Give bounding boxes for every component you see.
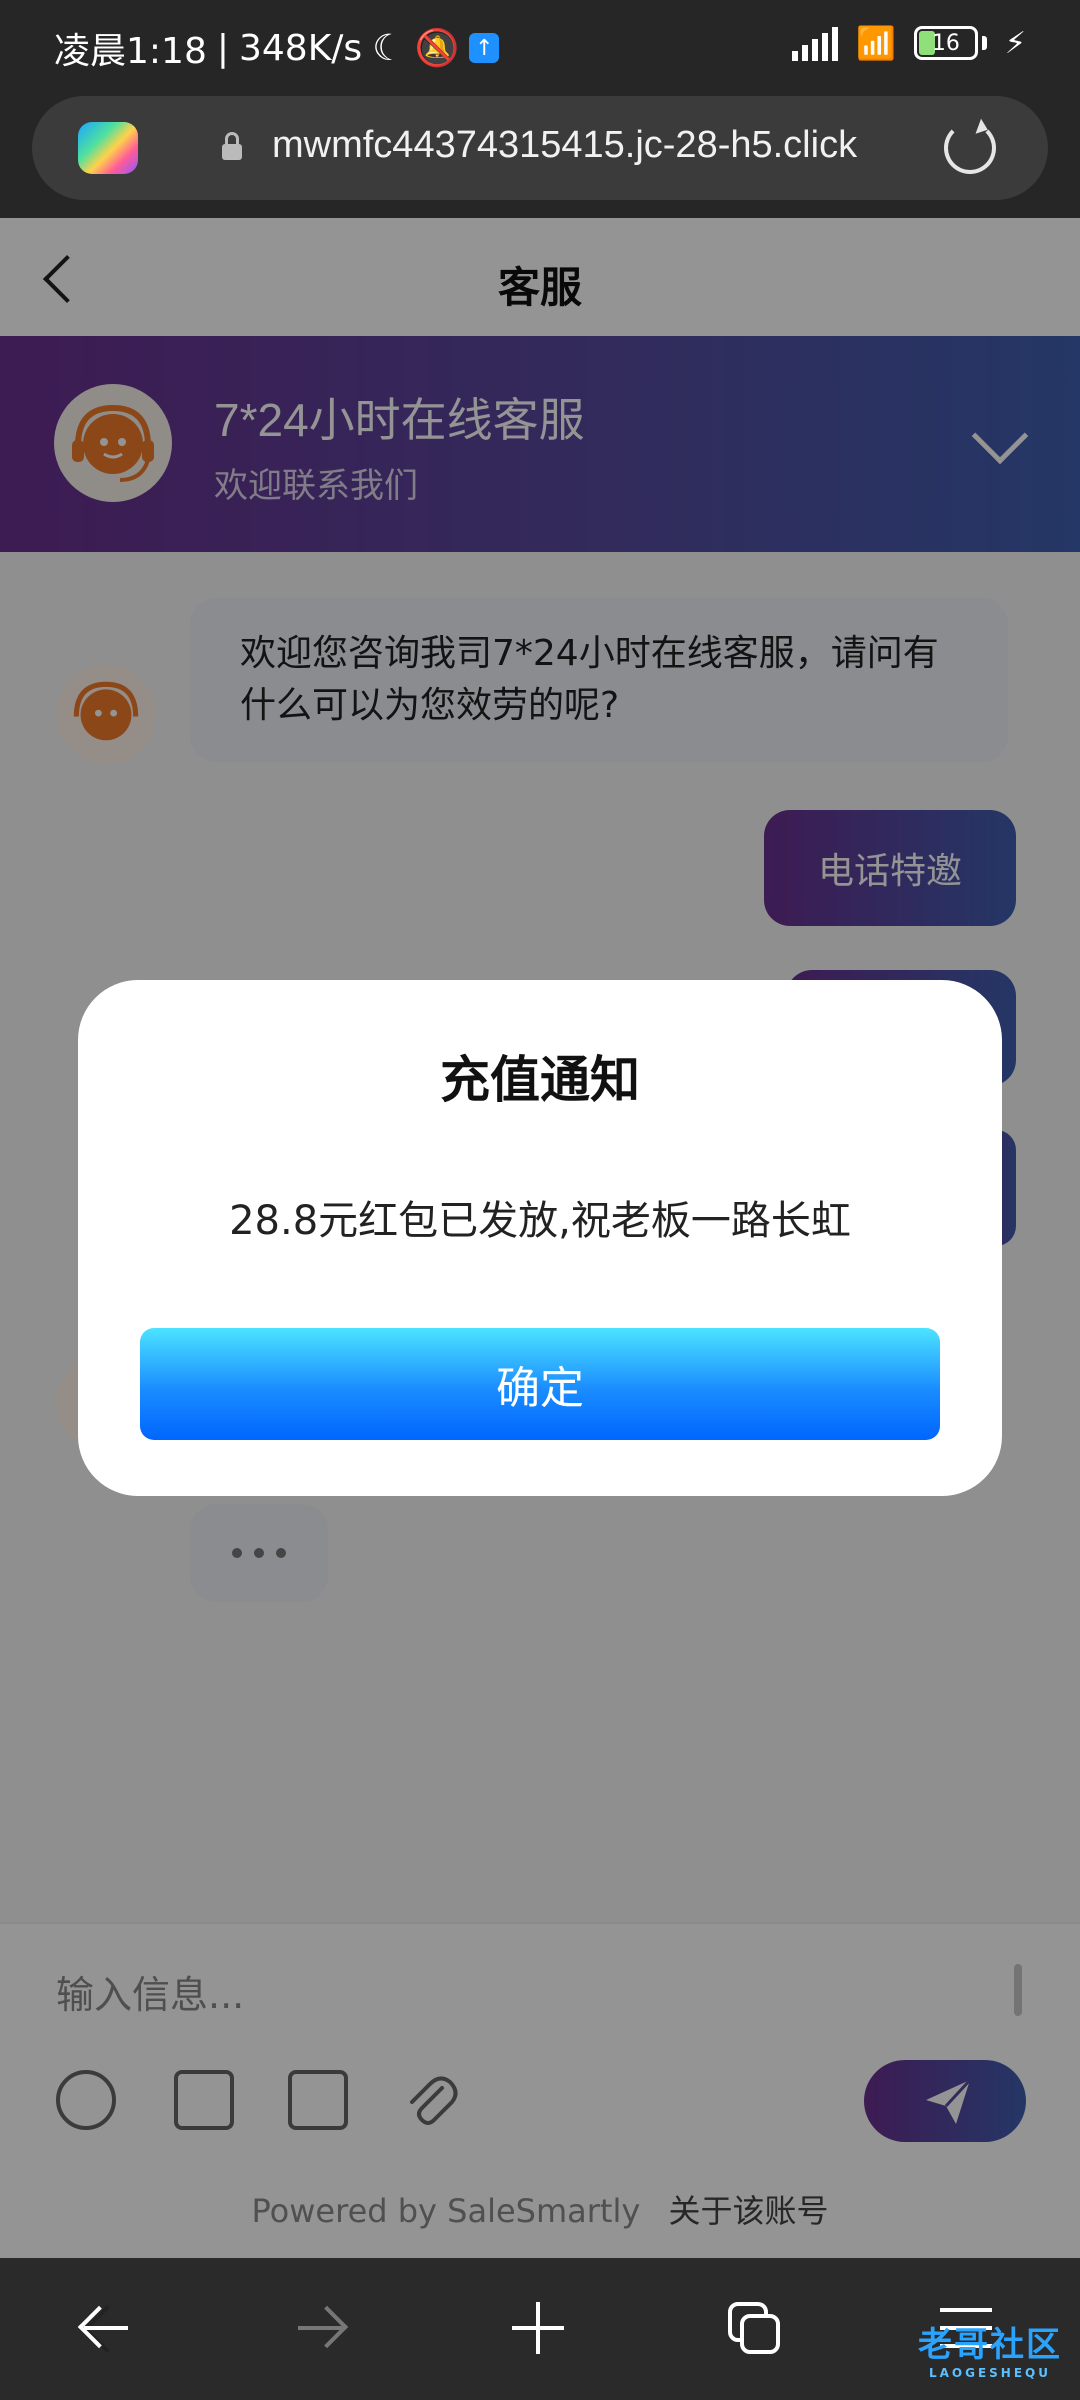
browser-bottom-nav: 老哥社区 LAOGESHEQU <box>0 2258 1080 2400</box>
nav-forward-icon[interactable] <box>292 2298 352 2358</box>
new-tab-icon[interactable] <box>508 2298 568 2358</box>
watermark-text: 老哥社区 <box>918 2325 1062 2365</box>
status-network-speed: 348K/s <box>238 27 363 69</box>
address-bar[interactable]: mwmfc44374315415.jc-28-h5.click <box>32 96 1048 200</box>
bell-off-icon: 🔕 <box>414 28 460 69</box>
status-bar: 凌晨1:18 | 348K/s ☾ 🔕 ↑ 📶 16 ⚡ <box>0 0 1080 92</box>
modal-title: 充值通知 <box>440 1051 640 1109</box>
copilot-icon[interactable] <box>78 122 138 174</box>
battery-level: 16 <box>931 30 960 56</box>
modal-message: 28.8元红包已发放,祝老板一路长虹 <box>229 1198 851 1244</box>
watermark-logo: 老哥社区 LAOGESHEQU <box>918 2317 1062 2380</box>
nav-back-icon[interactable] <box>77 2298 138 2358</box>
url-text[interactable]: mwmfc44374315415.jc-28-h5.click <box>272 124 857 167</box>
signal-icon <box>792 25 839 61</box>
battery-tip <box>981 36 987 50</box>
status-left: 凌晨1:18 | 348K/s ☾ 🔕 ↑ <box>54 22 500 74</box>
watermark-subtext: LAOGESHEQU <box>928 2366 1051 2380</box>
recharge-modal: 充值通知 28.8元红包已发放,祝老板一路长虹 确定 <box>78 980 1002 1496</box>
confirm-button[interactable]: 确定 <box>140 1328 940 1440</box>
reload-icon[interactable] <box>944 122 996 174</box>
status-separator: | <box>216 27 229 69</box>
battery-icon: 16 <box>913 26 978 60</box>
charging-icon: ⚡ <box>1004 25 1026 61</box>
browser-toolbar: mwmfc44374315415.jc-28-h5.click <box>0 92 1080 218</box>
tabs-icon[interactable] <box>724 2298 784 2358</box>
wifi-icon: 📶 <box>856 24 896 62</box>
lock-icon[interactable] <box>222 132 242 160</box>
moon-icon: ☾ <box>372 27 405 69</box>
upload-notification-icon: ↑ <box>469 33 500 63</box>
status-time: 凌晨1:18 <box>54 31 207 72</box>
status-right: 📶 16 ⚡ <box>792 24 1026 62</box>
